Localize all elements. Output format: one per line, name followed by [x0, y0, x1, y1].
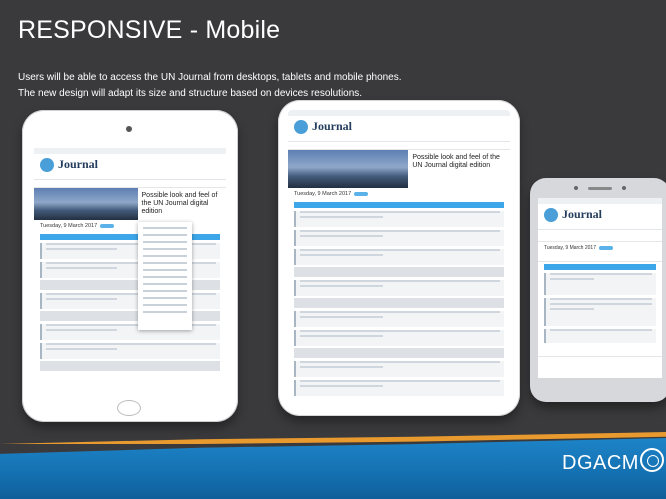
section-bar[interactable] [294, 202, 504, 208]
date-row: Tuesday, 9 March 2017 [288, 188, 510, 200]
list-item[interactable] [40, 293, 220, 309]
tablet-landscape-device: Journal Possible look and feel of the UN… [278, 100, 520, 416]
list-item[interactable] [294, 249, 504, 265]
phone-speaker [588, 187, 612, 190]
tablet-portrait-device: Journal Possible look and feel of the UN… [22, 110, 238, 422]
phone-device: Journal Tuesday, 9 March 2017 [530, 178, 666, 402]
phone-screen: Journal Tuesday, 9 March 2017 [538, 198, 662, 378]
nav-menu[interactable] [288, 142, 510, 150]
date-picker-row[interactable] [538, 230, 662, 242]
list-item[interactable] [40, 243, 220, 259]
list-item[interactable] [544, 273, 656, 295]
section-header [40, 311, 220, 321]
phone-sensor [574, 186, 578, 190]
tablet-camera [126, 126, 132, 132]
hero-image [288, 150, 408, 188]
list-item[interactable] [294, 311, 504, 327]
slide-title: RESPONSIVE - Mobile [18, 16, 281, 44]
date-chip[interactable] [354, 191, 369, 196]
list-item[interactable] [40, 343, 220, 359]
un-logo-icon [544, 208, 558, 222]
tablet-portrait-screen: Journal Possible look and feel of the UN… [34, 148, 226, 394]
journal-header: Journal [288, 116, 510, 142]
section-header [294, 298, 504, 308]
filter-row[interactable] [538, 254, 662, 262]
hero-title: Possible look and feel of the UN Journal… [141, 192, 218, 215]
date-chip[interactable] [100, 223, 115, 228]
list-item[interactable] [294, 230, 504, 246]
un-logo-icon [40, 158, 54, 172]
hero-image [34, 188, 138, 220]
hero-banner: Possible look and feel of the UN Journal… [34, 188, 226, 220]
date-chip[interactable] [598, 245, 613, 250]
date-label: Tuesday, 9 March 2017 [544, 245, 596, 251]
un-logo-icon [294, 120, 308, 134]
description-line-1: Users will be able to access the UN Jour… [18, 72, 402, 83]
brand-label: DGACM [562, 452, 639, 474]
section-header [294, 348, 504, 358]
hero-banner: Possible look and feel of the UN Journal… [288, 150, 510, 188]
date-row: Tuesday, 9 March 2017 [538, 242, 662, 254]
journal-header: Journal [538, 204, 662, 230]
list-item[interactable] [294, 211, 504, 227]
list-item[interactable] [40, 324, 220, 340]
journal-logo-text: Journal [58, 157, 99, 171]
bottom-nav[interactable] [538, 345, 662, 357]
list-item[interactable] [544, 329, 656, 343]
list-item[interactable] [294, 361, 504, 377]
un-emblem-icon [640, 448, 664, 472]
slide-description: Users will be able to access the UN Jour… [18, 70, 618, 102]
list-item[interactable] [40, 262, 220, 278]
list-item[interactable] [294, 380, 504, 396]
journal-logo-text: Journal [312, 119, 353, 133]
section-bar[interactable] [40, 234, 220, 240]
section-header [294, 267, 504, 277]
journal-header: Journal [34, 154, 226, 180]
hero-title: Possible look and feel of the UN Journal… [412, 154, 500, 169]
nav-menu[interactable] [34, 180, 226, 188]
journal-logo-text: Journal [562, 207, 603, 221]
home-button[interactable] [117, 400, 141, 416]
section-header [40, 361, 220, 371]
tablet-landscape-screen: Journal Possible look and feel of the UN… [288, 110, 510, 406]
list-item[interactable] [294, 330, 504, 346]
list-item[interactable] [544, 298, 656, 326]
date-row: Tuesday, 9 March 2017 [34, 220, 226, 232]
date-label: Tuesday, 9 March 2017 [294, 191, 352, 197]
section-header [40, 280, 220, 290]
section-bar[interactable] [544, 264, 656, 270]
phone-camera [622, 186, 626, 190]
date-label: Tuesday, 9 March 2017 [40, 223, 98, 229]
list-item[interactable] [294, 280, 504, 296]
filter-dropdown-menu[interactable] [138, 222, 192, 330]
